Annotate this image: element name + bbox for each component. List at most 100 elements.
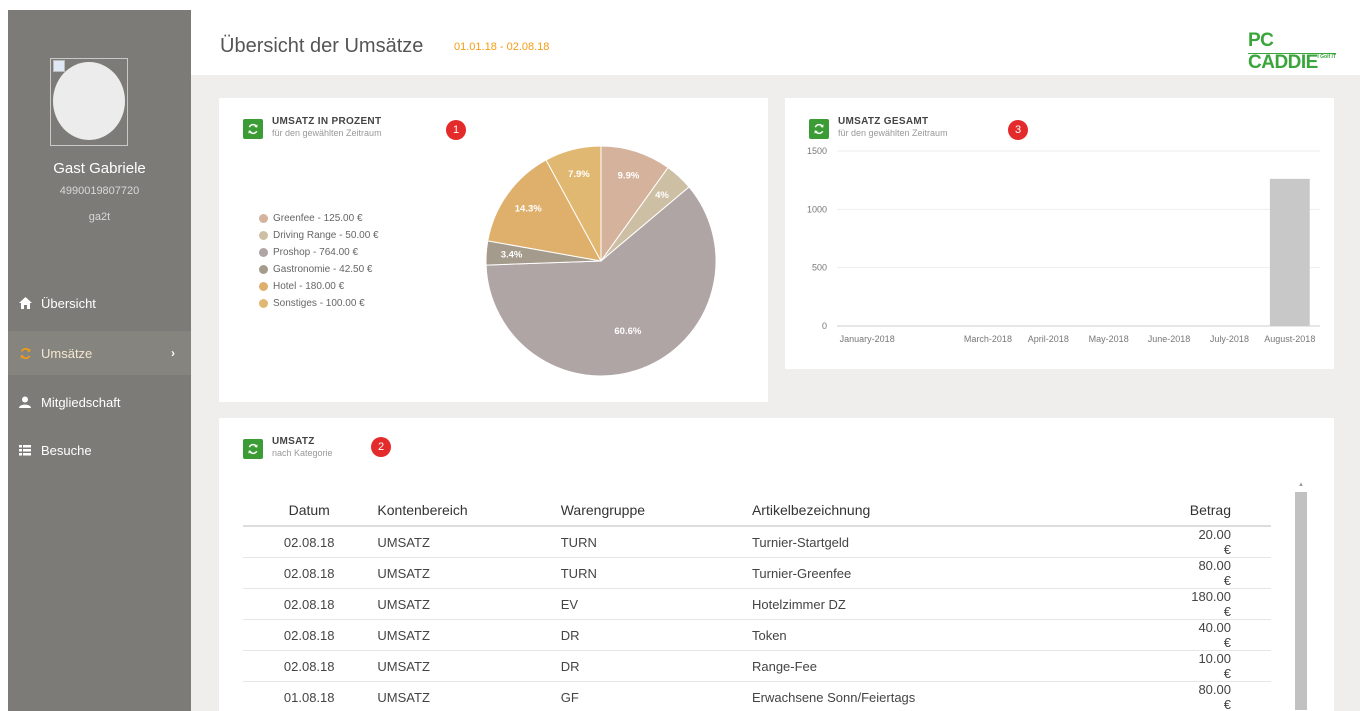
cell-datum: 02.08.18 [243,650,376,682]
table-row[interactable]: 02.08.18 UMSATZ EV Hotelzimmer DZ 180.00… [243,588,1271,620]
x-tick-label: January-2018 [840,334,895,344]
y-tick-label: 1500 [807,146,827,156]
pie-slice-label: 4% [655,190,669,201]
user-id: 4990019807720 [59,185,140,197]
list-icon [18,443,32,457]
table-row[interactable]: 02.08.18 UMSATZ TURN Turnier-Startgeld 2… [243,526,1271,558]
bar-chart-panel: UMSATZ GESAMT für den gewählten Zeitraum… [785,98,1334,369]
cell-datum: 01.08.18 [243,681,376,710]
x-tick-label: June-2018 [1148,334,1191,344]
cell-betrag: 80.00 € [1189,557,1271,589]
logo-subtext: I Golf IT [1317,54,1336,60]
pie-slice-label: 7.9% [568,169,590,180]
x-tick-label: August-2018 [1264,334,1315,344]
bar[interactable] [1269,178,1310,326]
pie-slice-label: 9.9% [618,171,640,182]
refresh-button[interactable] [243,439,263,459]
panel-header: UMSATZ nach Kategorie [243,436,333,459]
table-row[interactable]: 01.08.18 UMSATZ GF Erwachsene Sonn/Feier… [243,681,1271,710]
pie-chart: 9.9% 4% 60.6% 3.4% 14.3% 7.9% [485,145,717,377]
cell-betrag: 180.00 € [1189,588,1271,620]
x-tick-label: March-2018 [964,334,1012,344]
cell-warengruppe: TURN [560,526,752,558]
sidebar-item-besuche[interactable]: Besuche [8,428,191,472]
refresh-icon [18,346,32,360]
sidebar-item-uebersicht[interactable]: Übersicht [8,281,191,325]
cell-datum: 02.08.18 [243,526,376,558]
scroll-up-icon[interactable]: ▲ [1295,482,1307,492]
sidebar-item-label: Besuche [41,442,92,458]
cell-warengruppe: DR [560,650,752,682]
x-tick-label: July-2018 [1210,334,1249,344]
table-header-row: Datum Kontenbereich Warengruppe Artikelb… [243,480,1271,527]
cell-datum: 02.08.18 [243,588,376,620]
user-name: Gast Gabriele [53,160,146,177]
sidebar: Gast Gabriele 4990019807720 ga2t Übersic… [8,10,191,711]
avatar [50,58,128,146]
sidebar-item-umsaetze[interactable]: Umsätze › [8,331,191,375]
bar-chart: 0 500 1000 1500 January-2018 March-2018 April-… [807,146,1320,344]
cell-artikelbezeichnung: Erwachsene Sonn/Feiertags [751,681,1190,710]
user-icon [18,395,32,409]
cell-betrag: 10.00 € [1189,650,1271,682]
sidebar-item-label: Mitgliedschaft [41,394,121,410]
cell-kontenbereich: UMSATZ [375,619,561,651]
sidebar-item-mitgliedschaft[interactable]: Mitgliedschaft [8,380,191,424]
cell-kontenbereich: UMSATZ [375,557,561,589]
pie-slice-label: 60.6% [614,326,641,337]
sidebar-item-label: Umsätze [41,345,93,361]
column-header-datum[interactable]: Datum [243,480,376,527]
pie-slice-label: 14.3% [515,204,542,215]
table-panel: UMSATZ nach Kategorie 2 Datum Kontenbere… [219,418,1334,711]
pie-chart-panel: UMSATZ IN PROZENT für den gewählten Zeit… [219,98,768,402]
pc-caddie-logo: PC CADDIE I Golf IT [1248,30,1336,73]
sidebar-item-label: Übersicht [41,295,96,311]
cell-warengruppe: GF [560,681,752,710]
table-scrollbar[interactable]: ▲ [1295,478,1307,710]
y-tick-label: 0 [822,321,827,331]
y-tick-label: 500 [812,263,827,273]
column-header-artikelbezeichnung[interactable]: Artikelbezeichnung [751,480,1190,527]
cell-warengruppe: TURN [560,557,752,589]
panel-subtitle: nach Kategorie [272,448,333,458]
revenue-table: Datum Kontenbereich Warengruppe Artikelb… [243,480,1271,710]
cell-kontenbereich: UMSATZ [375,650,561,682]
cell-kontenbereich: UMSATZ [375,681,561,710]
cell-betrag: 80.00 € [1189,681,1271,710]
user-login: ga2t [88,211,111,223]
table-row[interactable]: 02.08.18 UMSATZ TURN Turnier-Greenfee 80… [243,557,1271,589]
panel-title: UMSATZ [272,436,315,447]
cell-kontenbereich: UMSATZ [375,588,561,620]
cell-betrag: 40.00 € [1189,619,1271,651]
chevron-right-icon: › [171,346,175,360]
y-tick-label: 1000 [807,204,827,214]
cell-datum: 02.08.18 [243,557,376,589]
cell-warengruppe: DR [560,619,752,651]
page-title: Übersicht der Umsätze [220,35,424,57]
scrollbar-thumb[interactable] [1295,492,1307,710]
table-row[interactable]: 02.08.18 UMSATZ DR Token 40.00 € [243,619,1271,651]
cell-artikelbezeichnung: Range-Fee [751,650,1190,682]
table-row[interactable]: 02.08.18 UMSATZ DR Range-Fee 10.00 € [243,650,1271,682]
cell-artikelbezeichnung: Hotelzimmer DZ [751,588,1190,620]
cell-artikelbezeichnung: Turnier-Startgeld [751,526,1190,558]
annotation-badge: 2 [371,437,391,457]
column-header-warengruppe[interactable]: Warengruppe [560,480,752,527]
logo-text: PC CADDIE [1248,30,1318,73]
column-header-betrag[interactable]: Betrag [1189,480,1271,527]
home-icon [18,296,32,310]
cell-warengruppe: EV [560,588,752,620]
cell-artikelbezeichnung: Token [751,619,1190,651]
x-tick-label: April-2018 [1028,334,1069,344]
cell-artikelbezeichnung: Turnier-Greenfee [751,557,1190,589]
revenue-table-container: Datum Kontenbereich Warengruppe Artikelb… [243,480,1271,710]
refresh-icon [248,443,258,455]
x-tick-label: May-2018 [1089,334,1129,344]
cell-datum: 02.08.18 [243,619,376,651]
avatar-image [53,62,125,140]
column-header-kontenbereich[interactable]: Kontenbereich [375,480,561,527]
broken-image-icon [53,60,65,72]
date-range: 01.01.18 - 02.08.18 [454,41,550,53]
cell-kontenbereich: UMSATZ [375,526,561,558]
page-header: Übersicht der Umsätze 01.01.18 - 02.08.1… [191,0,1360,75]
